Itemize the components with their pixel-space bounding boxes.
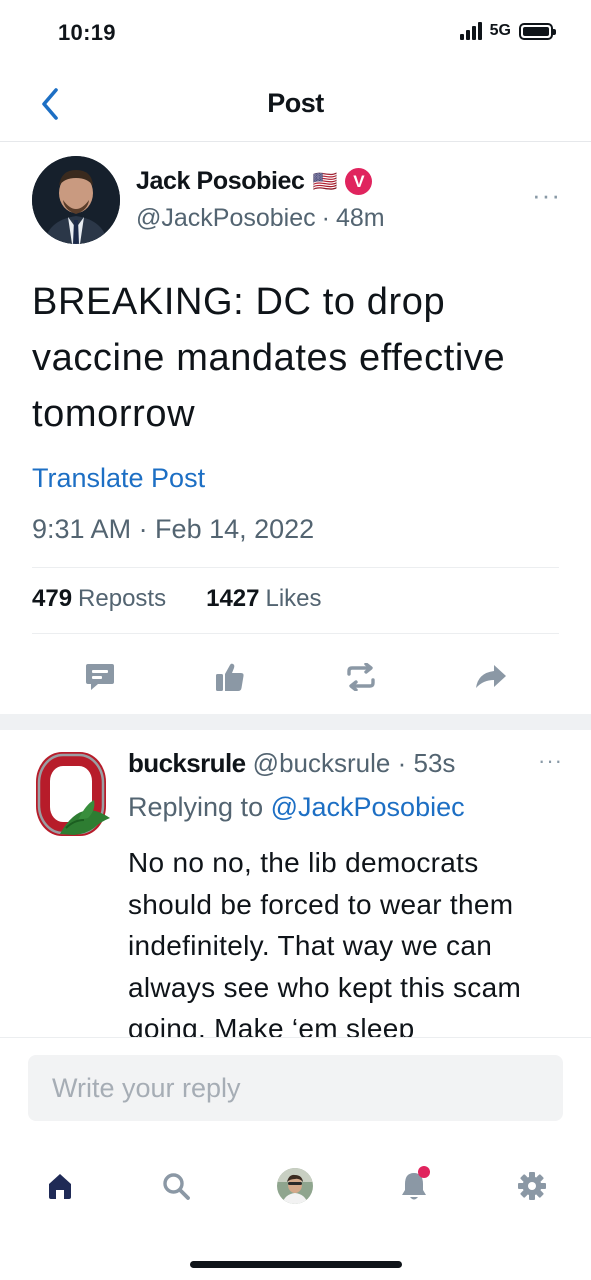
ohio-state-logo-icon [36, 752, 110, 836]
likes-count: 1427 [206, 585, 260, 612]
battery-icon [519, 22, 556, 40]
verified-badge-icon: V [345, 168, 373, 195]
reply-header: bucksrule @bucksrule · 53s [128, 748, 455, 779]
tab-notifications[interactable] [390, 1162, 438, 1210]
status-bar: 10:19 5G [0, 0, 591, 68]
reply-item[interactable]: bucksrule @bucksrule · 53s ··· Replying … [0, 730, 591, 1037]
status-time: 10:19 [58, 20, 116, 45]
author-name[interactable]: Jack Posobiec [136, 167, 305, 196]
home-icon [49, 1174, 71, 1199]
author-avatar[interactable] [32, 156, 120, 244]
reply-input[interactable] [28, 1055, 563, 1121]
tab-home[interactable] [36, 1162, 84, 1210]
translate-post-link[interactable]: Translate Post [32, 463, 205, 494]
more-options-button[interactable]: ··· [532, 180, 561, 211]
post-stats: 479 Reposts 1427 Likes [32, 585, 322, 613]
reply-author-handle[interactable]: @bucksrule [253, 748, 391, 778]
reply-age: 53s [413, 748, 456, 778]
replying-to-mention[interactable]: @JackPosobiec [271, 792, 465, 822]
divider [32, 567, 559, 568]
settings-icon [518, 1172, 546, 1200]
network-label: 5G [489, 22, 511, 39]
home-indicator [190, 1261, 402, 1268]
post-age: 48m [335, 204, 385, 232]
share-button[interactable] [451, 657, 531, 697]
search-icon [163, 1173, 190, 1200]
tab-settings[interactable] [508, 1162, 556, 1210]
reply-more-options-button[interactable]: ··· [538, 748, 563, 774]
profile-avatar [277, 1168, 313, 1204]
page-title: Post [267, 88, 324, 118]
like-icon [216, 663, 244, 691]
like-button[interactable] [190, 657, 270, 697]
avatar-portrait [32, 156, 120, 244]
replying-to-label: Replying to [128, 792, 264, 822]
post-actions [60, 657, 531, 697]
repost-button[interactable] [321, 657, 401, 697]
author-name-row: Jack Posobiec 🇺🇸 V [136, 167, 373, 196]
nav-bar: Post [0, 70, 591, 142]
section-divider [0, 714, 591, 730]
post-text: BREAKING: DC to drop vaccine mandates ef… [32, 281, 506, 435]
reply-avatar[interactable] [30, 748, 112, 838]
reposts-stat[interactable]: 479 Reposts [32, 585, 166, 613]
signal-icon [459, 22, 482, 40]
tab-search[interactable] [152, 1162, 200, 1210]
reposts-count: 479 [32, 585, 73, 612]
meta-separator: · [397, 748, 407, 778]
repost-icon [346, 663, 375, 691]
reposts-label: Reposts [78, 585, 167, 612]
divider [32, 633, 559, 634]
likes-label: Likes [265, 585, 322, 612]
meta-separator: · [321, 204, 330, 232]
reply-author-name[interactable]: bucksrule [128, 748, 246, 778]
post-timestamp: 9:31 AM · Feb 14, 2022 [32, 514, 315, 544]
status-indicators: 5G [459, 22, 556, 40]
tab-profile[interactable] [271, 1162, 319, 1210]
reply-composer [0, 1037, 591, 1137]
likes-stat[interactable]: 1427 Likes [206, 585, 321, 613]
author-meta: @JackPosobiec · 48m [136, 204, 385, 233]
share-icon [475, 665, 506, 688]
us-flag-icon: 🇺🇸 [312, 171, 338, 193]
replying-to: Replying to @JackPosobiec [128, 792, 465, 823]
comment-icon [86, 664, 114, 690]
comment-button[interactable] [60, 657, 140, 697]
tab-bar [0, 1150, 591, 1220]
reply-text: No no no, the lib democrats should be fo… [128, 847, 522, 1037]
author-handle[interactable]: @JackPosobiec [136, 204, 316, 232]
notification-dot [418, 1166, 430, 1178]
